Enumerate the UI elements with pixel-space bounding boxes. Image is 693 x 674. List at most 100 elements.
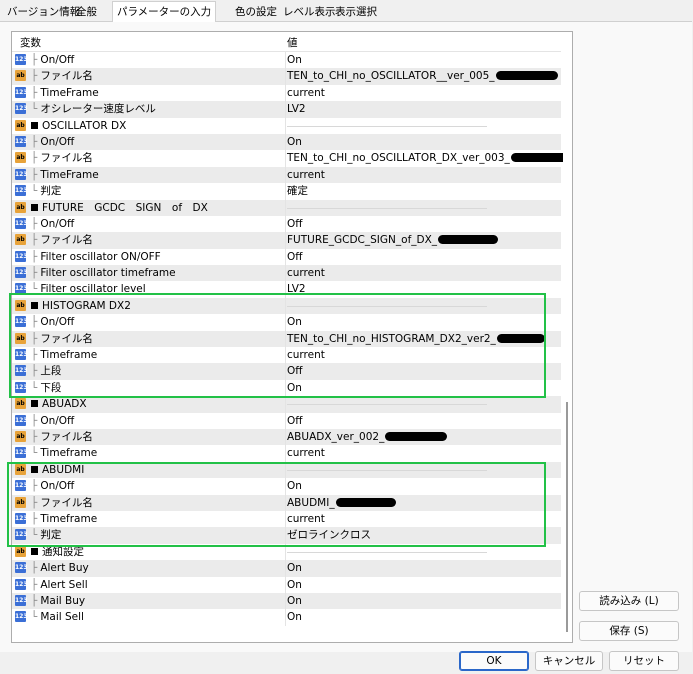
tree-branch-icon: └ — [31, 611, 38, 624]
column-divider — [285, 412, 286, 429]
parameter-value[interactable]: 確定 — [287, 184, 308, 199]
parameter-row[interactable]: ab ├ ファイル名 TEN_to_CHI_no_OSCILLATOR__ver_00… — [12, 68, 561, 85]
parameter-row[interactable]: 123 ├ On/Off Off — [12, 412, 561, 429]
parameter-row[interactable]: 123 └ Timeframe current — [12, 445, 561, 462]
parameter-row[interactable]: 123 └ 判定 確定 — [12, 183, 561, 200]
tab-1[interactable]: 全般 — [74, 4, 99, 21]
column-divider — [285, 101, 286, 118]
tree-branch-icon: └ — [31, 447, 38, 460]
numeric-type-icon: 123 — [15, 217, 28, 229]
tree-branch-icon: ├ — [31, 430, 38, 443]
tab-2[interactable]: パラメーターの入力 — [112, 1, 217, 22]
parameter-value[interactable]: ABUADX_ver_002_ — [287, 430, 448, 445]
load-button[interactable]: 読み込み (L) — [579, 591, 679, 611]
vertical-scrollbar[interactable] — [563, 32, 571, 640]
cancel-button[interactable]: キャンセル — [535, 651, 603, 671]
parameter-value[interactable]: current — [287, 168, 325, 183]
reset-button[interactable]: リセット — [609, 651, 679, 671]
parameter-value[interactable]: Off — [287, 414, 303, 429]
parameter-name-text: Filter oscillator timeframe — [40, 267, 176, 280]
parameter-value[interactable]: On — [287, 610, 302, 625]
parameter-value[interactable]: On — [287, 594, 302, 609]
parameter-row[interactable]: 123 ├ Filter oscillator ON/OFF Off — [12, 248, 561, 266]
parameter-value[interactable]: On — [287, 578, 302, 593]
redaction-mark — [495, 71, 558, 81]
numeric-type-icon: 123 — [15, 86, 28, 98]
parameter-value[interactable]: LV2 — [287, 102, 306, 117]
parameter-value[interactable]: On — [287, 53, 302, 68]
highlight-box-abudmi — [7, 462, 546, 547]
parameter-row[interactable]: ab ├ ファイル名 ABUADX_ver_002_ — [12, 428, 561, 446]
scrollbar-thumb[interactable] — [566, 402, 568, 632]
string-type-icon: ab — [15, 119, 26, 131]
parameter-value-text: On — [287, 594, 302, 607]
parameter-name: ├ ファイル名 — [31, 69, 93, 84]
parameter-value-text: FUTURE_GCDC_SIGN_of_DX_ — [287, 234, 438, 247]
parameter-name: ├ On/Off — [31, 414, 74, 429]
tree-branch-icon: ├ — [31, 414, 38, 427]
string-type-icon: ab — [15, 234, 26, 246]
column-divider — [285, 560, 286, 577]
numeric-type-icon: 123 — [15, 562, 28, 574]
group-row[interactable]: ab FUTURE GCDC SIGN of DX — [12, 199, 561, 216]
numeric-type-icon: 123 — [15, 414, 28, 426]
parameter-name: └ Mail Sell — [31, 610, 84, 625]
tree-branch-icon: ├ — [31, 234, 38, 247]
parameter-name-text: ファイル名 — [40, 152, 93, 165]
tree-branch-icon: ├ — [31, 168, 38, 181]
tab-4[interactable]: 色の設定 — [233, 4, 279, 21]
parameter-value[interactable]: TEN_to_CHI_no_OSCILLATOR_DX_ver_003_ — [287, 151, 569, 166]
parameter-value[interactable]: On — [287, 561, 302, 576]
parameter-name-text: OSCILLATOR DX — [42, 119, 127, 132]
parameter-value[interactable]: FUTURE_GCDC_SIGN_of_DX_ — [287, 233, 499, 248]
parameter-row[interactable]: ab ├ ファイル名 TEN_to_CHI_no_OSCILLATOR_DX_ver_… — [12, 150, 569, 167]
tree-branch-icon: ├ — [31, 267, 38, 280]
parameter-name-text: Mail Sell — [40, 611, 84, 624]
parameter-value[interactable]: current — [287, 446, 325, 461]
parameter-row[interactable]: 123 ├ On/Off On — [12, 133, 561, 151]
numeric-type-icon: 123 — [15, 103, 28, 115]
tab-bar: バージョン情報全般パラメーターの入力仕様色の設定レベル表示表示選択 — [0, 0, 693, 22]
numeric-type-icon: 123 — [15, 54, 28, 65]
parameter-value[interactable]: Off — [287, 250, 303, 265]
parameter-value[interactable]: current — [287, 86, 325, 101]
parameter-row[interactable]: 123 ├ Mail Buy On — [12, 592, 561, 610]
parameter-value[interactable]: On — [287, 135, 302, 150]
parameter-value[interactable]: TEN_to_CHI_no_OSCILLATOR__ver_005_ — [287, 69, 558, 84]
parameter-row[interactable]: 123 ├ On/Off Off — [12, 215, 561, 233]
parameter-value[interactable]: Off — [287, 217, 303, 232]
ok-button[interactable]: OK — [459, 651, 529, 671]
save-button[interactable]: 保存 (S) — [579, 621, 679, 641]
parameter-name: ├ ファイル名 — [31, 233, 93, 248]
parameter-row[interactable]: 123 ├ Alert Buy On — [12, 560, 561, 577]
parameter-row[interactable]: 123 └ オシレーター速度レベル LV2 — [12, 101, 561, 118]
tab-6[interactable]: 表示選択 — [333, 4, 379, 21]
tree-branch-icon: ├ — [31, 562, 38, 575]
parameter-value-text: current — [287, 86, 325, 99]
tab-5[interactable]: レベル表示 — [281, 4, 338, 21]
parameter-value-text: current — [287, 447, 325, 460]
tree-branch-icon: ├ — [31, 86, 38, 99]
numeric-type-icon: 123 — [15, 611, 28, 623]
parameter-row[interactable]: 123 ├ Filter oscillator timeframe current — [12, 265, 561, 282]
parameter-name: ├ On/Off — [31, 53, 74, 68]
parameter-row[interactable]: 123 ├ Alert Sell On — [12, 576, 561, 593]
parameter-name: └ オシレーター速度レベル — [31, 102, 156, 117]
tab-0[interactable]: バージョン情報 — [5, 4, 82, 21]
numeric-type-icon: 123 — [15, 185, 28, 197]
numeric-type-icon: 123 — [15, 447, 28, 459]
parameter-value[interactable]: current — [287, 266, 325, 281]
group-row[interactable]: ab OSCILLATOR DX — [12, 117, 561, 134]
parameter-row[interactable]: ab ├ ファイル名 FUTURE_GCDC_SIGN_of_DX_ — [12, 232, 561, 249]
parameter-name: ├ ファイル名 — [31, 430, 93, 445]
column-divider — [285, 232, 286, 249]
parameter-name: OSCILLATOR DX — [31, 119, 126, 134]
parameter-row[interactable]: 123 ├ TimeFrame current — [12, 84, 561, 102]
group-square-icon — [31, 400, 38, 408]
group-row[interactable]: ab ABUADX — [12, 396, 561, 413]
parameter-row[interactable]: 123 ├ On/Off On — [12, 52, 561, 69]
parameter-name: ├ On/Off — [31, 217, 74, 232]
parameter-row[interactable]: 123 └ Mail Sell On — [12, 609, 561, 626]
parameter-row[interactable]: 123 ├ TimeFrame current — [12, 166, 561, 184]
parameter-value-text: On — [287, 135, 302, 148]
